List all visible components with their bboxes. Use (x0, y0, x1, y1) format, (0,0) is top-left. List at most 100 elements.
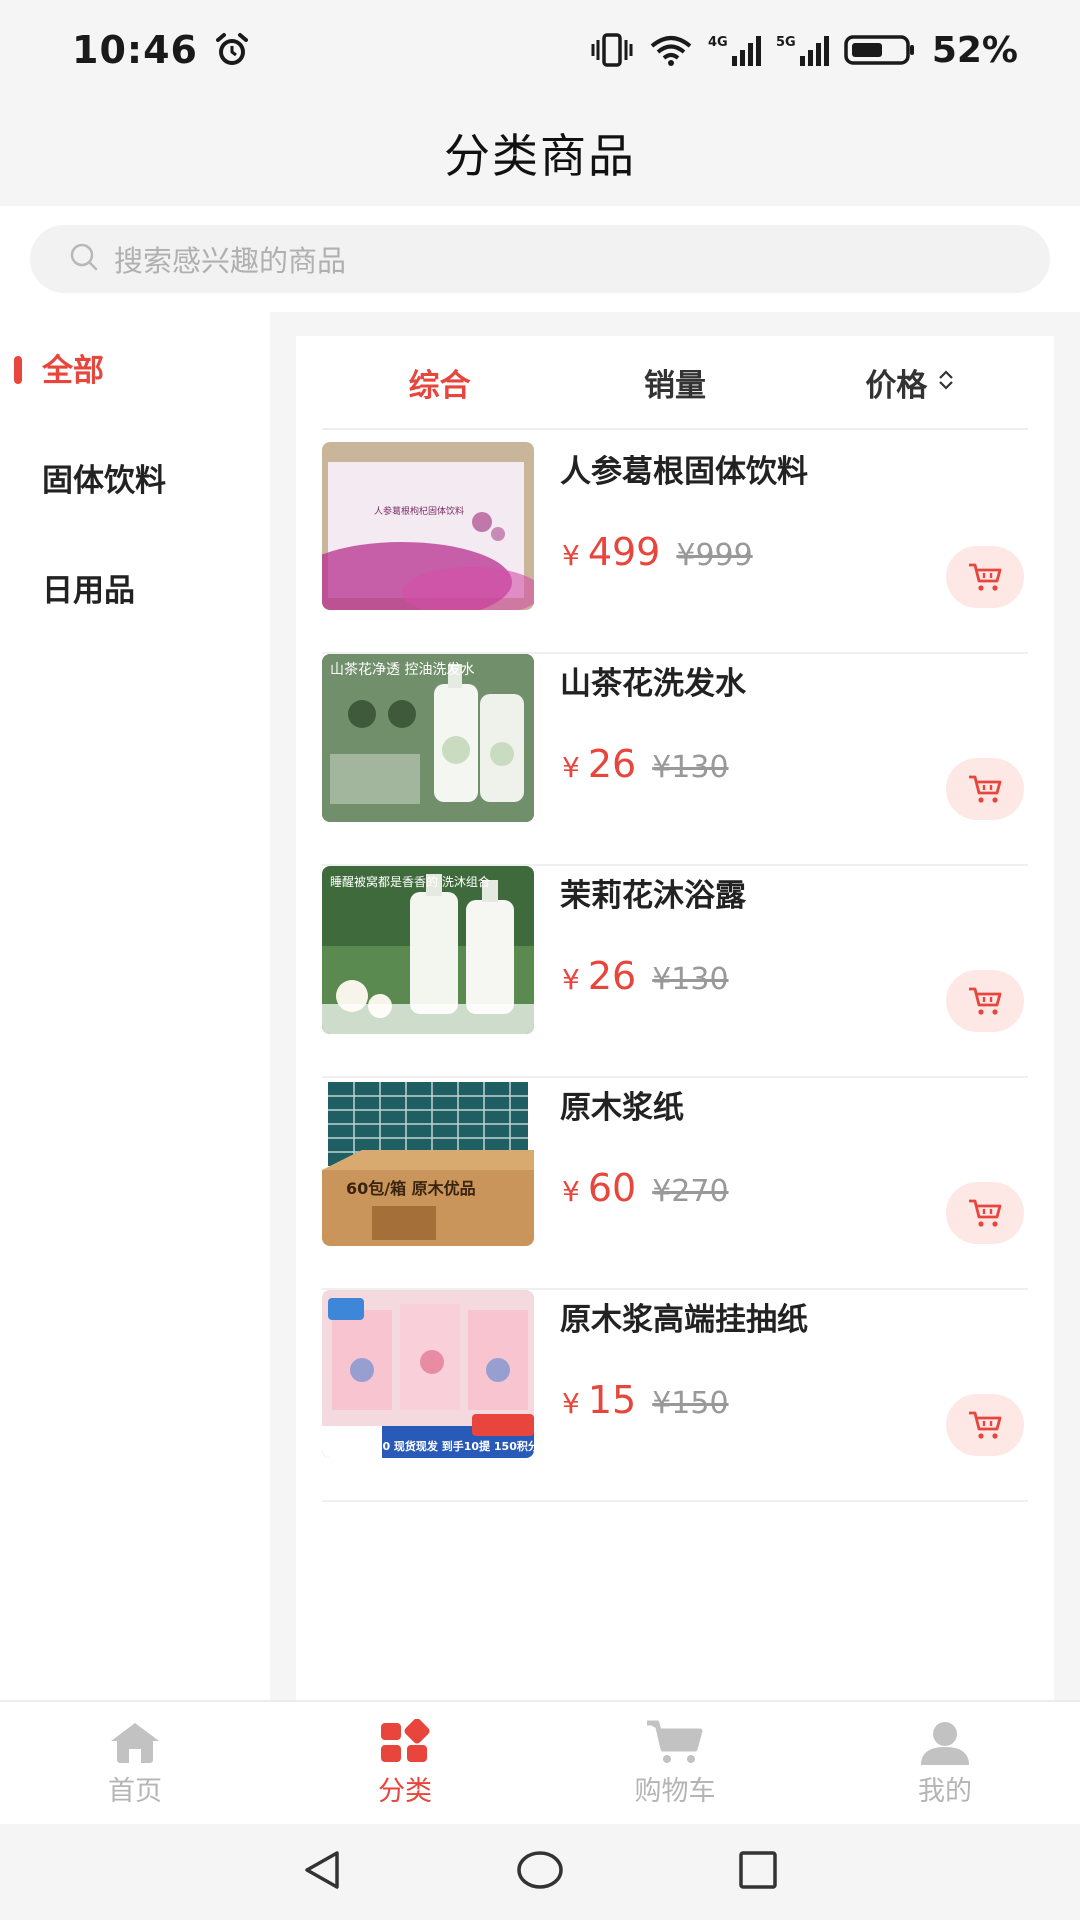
nav-item-category[interactable]: 分类 (270, 1702, 540, 1824)
nav-label: 购物车 (634, 1775, 716, 1807)
battery-percentage: 52% (931, 29, 1018, 71)
price-value: 26 (587, 954, 637, 998)
sort-tab-label: 销量 (643, 367, 706, 404)
product-price: ¥ 60 ¥270 (562, 1166, 729, 1210)
sort-tab-comprehensive[interactable]: 综合 (322, 360, 557, 405)
cart-icon (647, 1720, 703, 1763)
add-to-cart-button[interactable] (946, 758, 1024, 820)
nav-item-home[interactable]: 首页 (0, 1702, 270, 1824)
status-time: 10:46 (72, 28, 198, 72)
price-value: 15 (587, 1378, 637, 1422)
page-title: 分类商品 (444, 129, 636, 183)
signal-5g-icon: 5G (776, 32, 832, 68)
active-indicator (14, 356, 22, 384)
recent-apps-icon[interactable] (735, 1847, 781, 1897)
cart-icon (969, 1411, 1002, 1439)
product-price: ¥ 26 ¥130 (562, 742, 729, 786)
original-price: ¥999 (676, 538, 753, 573)
sidebar-item-label: 日用品 (42, 572, 135, 609)
price-value: 26 (587, 742, 637, 786)
signal-4g-icon: 4G (708, 32, 764, 68)
category-sidebar: 全部 固体饮料 日用品 (0, 312, 270, 1700)
add-to-cart-button[interactable] (946, 1394, 1024, 1456)
search-bar: 搜索感兴趣的商品 (0, 206, 1080, 312)
search-placeholder: 搜索感兴趣的商品 (114, 244, 347, 278)
status-bar: 10:46 4G 5G 52% (0, 0, 1080, 100)
product-item[interactable]: 人参葛根枸杞固体饮料 人参葛根固体饮料 ¥ 499 ¥999 (322, 442, 1028, 654)
sidebar-item-all[interactable]: 全部 (0, 312, 270, 422)
alarm-icon (212, 30, 252, 70)
sort-tab-label: 价格 (865, 367, 928, 404)
product-item[interactable]: 山茶花净透 控油洗发水 山茶花洗发水 ¥ 26 ¥130 (322, 654, 1028, 866)
product-list: 人参葛根枸杞固体饮料 人参葛根固体饮料 ¥ 499 ¥999 山茶花净透 控油洗… (322, 442, 1028, 1502)
vibrate-icon (590, 32, 634, 68)
original-price: ¥130 (652, 750, 729, 785)
cart-icon (969, 1199, 1002, 1227)
product-price: ¥ 15 ¥150 (562, 1378, 729, 1422)
currency-symbol: ¥ (562, 1387, 580, 1420)
product-image[interactable]: 睡醒被窝都是香香的 洗沐组合 (322, 866, 534, 1034)
sort-arrows-icon (937, 364, 955, 400)
product-image[interactable]: 人参葛根枸杞固体饮料 (322, 442, 534, 610)
header: 分类商品 (0, 100, 1080, 206)
home-circle-icon[interactable] (515, 1847, 565, 1897)
sidebar-item-daily-goods[interactable]: 日用品 (0, 532, 270, 642)
currency-symbol: ¥ (562, 1175, 580, 1208)
add-to-cart-button[interactable] (946, 1182, 1024, 1244)
user-icon (921, 1721, 969, 1765)
product-image[interactable]: 山茶花净透 控油洗发水 (322, 654, 534, 822)
cart-icon (969, 563, 1002, 591)
add-to-cart-button[interactable] (946, 546, 1024, 608)
product-image-text: 山茶花净透 控油洗发水 (330, 662, 474, 678)
original-price: ¥150 (652, 1386, 729, 1421)
category-icon (381, 1718, 430, 1762)
sort-tab-sales[interactable]: 销量 (557, 360, 792, 405)
currency-symbol: ¥ (562, 539, 580, 572)
status-right: 4G 5G 52% (590, 30, 1018, 71)
product-image-text: 睡醒被窝都是香香的 洗沐组合 (330, 874, 490, 889)
nav-label: 我的 (918, 1775, 972, 1807)
original-price: ¥130 (652, 962, 729, 997)
product-name: 原木浆高端挂抽纸 (560, 1302, 808, 1338)
product-name: 茉莉花沐浴露 (560, 878, 746, 914)
price-value: 60 (587, 1166, 637, 1210)
currency-symbol: ¥ (562, 963, 580, 996)
screen: 10:46 4G 5G 52% 分类商品 搜索感兴趣的商品 全部 固体饮料 日用… (0, 0, 1080, 1920)
search-input[interactable]: 搜索感兴趣的商品 (30, 225, 1050, 293)
status-left: 10:46 (72, 28, 252, 72)
search-icon (68, 241, 100, 277)
wifi-icon (646, 32, 696, 68)
original-price: ¥270 (652, 1174, 729, 1209)
back-icon[interactable] (299, 1847, 345, 1897)
price-value: 499 (587, 530, 661, 574)
product-name: 原木浆纸 (560, 1090, 684, 1126)
product-item[interactable]: 60包/箱 原木优品 原木浆纸 ¥ 60 ¥270 (322, 1078, 1028, 1290)
product-item[interactable]: 漫花 10000 现货现发 到手10提 150积分 原木浆高端挂抽纸 ¥ 15 … (322, 1290, 1028, 1502)
product-price: ¥ 26 ¥130 (562, 954, 729, 998)
product-image[interactable]: 漫花 10000 现货现发 到手10提 150积分 (322, 1290, 534, 1458)
sidebar-item-label: 全部 (42, 352, 104, 389)
sidebar-item-solid-drinks[interactable]: 固体饮料 (0, 422, 270, 532)
product-image-text: 漫花 10000 现货现发 到手10提 150积分 (326, 1439, 534, 1453)
sidebar-item-label: 固体饮料 (42, 462, 166, 499)
nav-item-cart[interactable]: 购物车 (540, 1702, 810, 1824)
product-panel: 综合 销量 价格 人参葛根枸杞固体饮料 人参葛根固体饮料 ¥ 499 ¥999 … (296, 336, 1054, 1700)
product-name: 人参葛根固体饮料 (560, 454, 808, 490)
sort-bar: 综合 销量 价格 (322, 336, 1028, 430)
bottom-nav: 首页 分类 购物车 我的 (0, 1700, 1080, 1824)
system-nav-bar (0, 1824, 1080, 1920)
sort-tab-label: 综合 (408, 367, 471, 404)
product-name: 山茶花洗发水 (560, 666, 746, 702)
cart-icon (969, 775, 1002, 803)
signal-4g-label: 4G (708, 35, 728, 50)
nav-item-profile[interactable]: 我的 (810, 1702, 1080, 1824)
home-icon (111, 1722, 159, 1763)
currency-symbol: ¥ (562, 751, 580, 784)
product-item[interactable]: 睡醒被窝都是香香的 洗沐组合 茉莉花沐浴露 ¥ 26 ¥130 (322, 866, 1028, 1078)
cart-icon (969, 987, 1002, 1015)
sort-tab-price[interactable]: 价格 (793, 360, 1028, 405)
battery-icon (844, 32, 916, 68)
nav-label: 分类 (378, 1775, 432, 1807)
product-image[interactable]: 60包/箱 原木优品 (322, 1078, 534, 1246)
add-to-cart-button[interactable] (946, 970, 1024, 1032)
